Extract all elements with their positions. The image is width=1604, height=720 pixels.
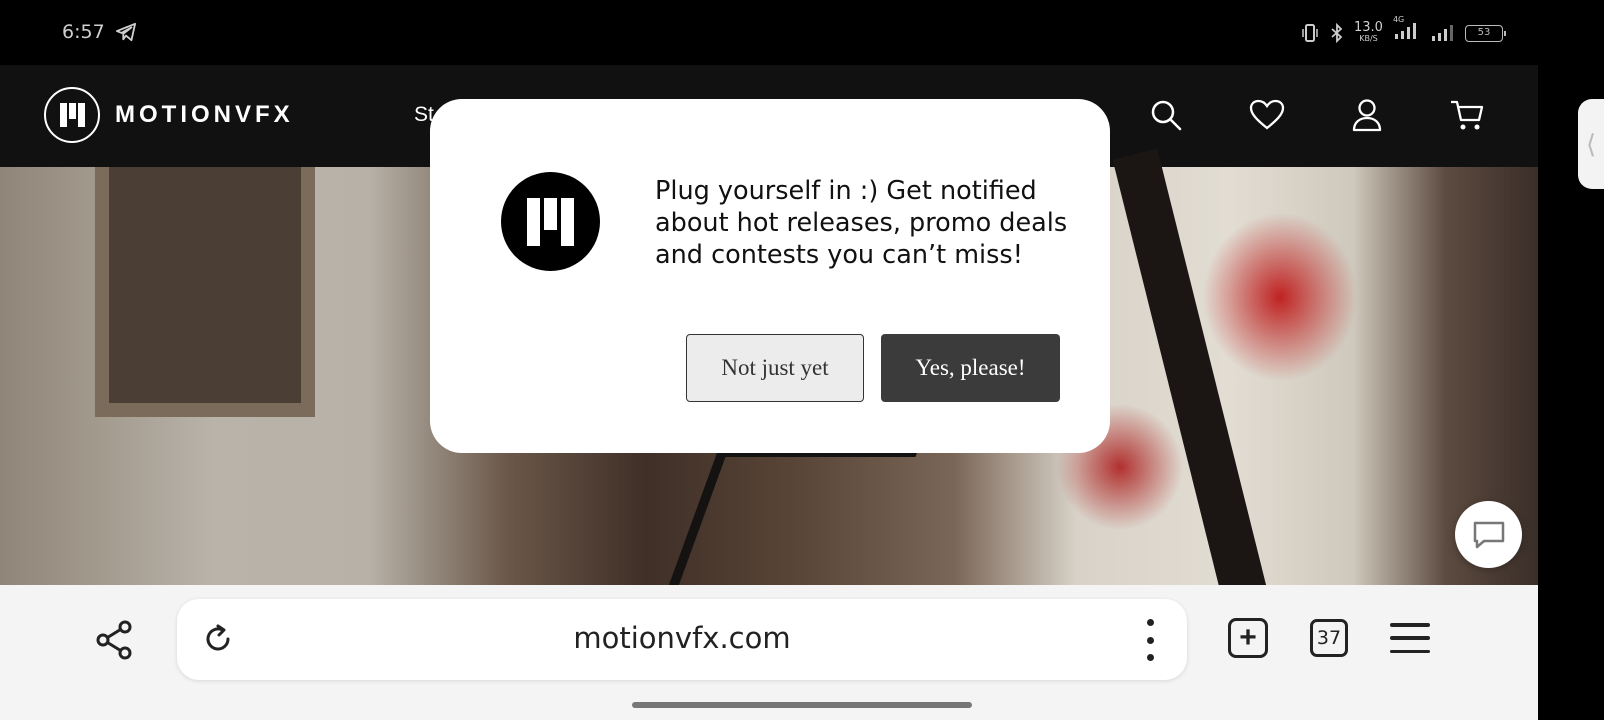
tabs-button[interactable]: 37	[1310, 619, 1348, 657]
notification-prompt-dialog: Plug yourself in :) Get notified about h…	[430, 99, 1110, 453]
signal-icon	[1431, 25, 1453, 41]
url-text[interactable]: motionvfx.com	[177, 621, 1187, 655]
cellular-signal-1: 4G	[1393, 15, 1421, 46]
edge-panel-handle[interactable]: ⟨	[1578, 99, 1604, 189]
hero-picture-frame	[95, 167, 315, 417]
vibrate-icon	[1302, 24, 1318, 42]
not-just-yet-button[interactable]: Not just yet	[686, 334, 864, 402]
user-icon[interactable]	[1347, 95, 1387, 135]
search-icon[interactable]	[1146, 95, 1186, 135]
tab-count: 37	[1316, 627, 1342, 649]
telegram-icon	[116, 22, 136, 42]
signal-icon	[1394, 22, 1416, 39]
status-icons: 13.0 KB/S 4G 53	[1300, 15, 1506, 46]
browser-toolbar: motionvfx.com + 37	[0, 585, 1538, 693]
address-bar[interactable]: motionvfx.com	[177, 599, 1187, 680]
logo-mark-icon	[60, 103, 85, 127]
bluetooth-icon	[1331, 23, 1343, 43]
hero-tripod	[660, 447, 920, 585]
battery-icon: 53	[1464, 24, 1506, 42]
chat-button[interactable]	[1455, 501, 1522, 568]
heart-icon[interactable]	[1247, 95, 1287, 135]
chat-icon	[1473, 521, 1504, 548]
more-icon[interactable]	[1143, 619, 1157, 661]
status-time: 6:57	[62, 21, 105, 43]
yes-please-button[interactable]: Yes, please!	[881, 334, 1060, 402]
network-type: 4G	[1392, 14, 1405, 24]
status-bar: 6:57 13.0 KB/S 4G 53	[0, 0, 1604, 65]
dialog-logo-icon	[501, 172, 600, 271]
hero-camera-pole	[1112, 148, 1274, 585]
chevron-left-icon: ⟨	[1586, 128, 1597, 159]
logo-text[interactable]: MOTIONVFX	[115, 101, 294, 129]
home-gesture-pill[interactable]	[632, 702, 972, 708]
network-speed: 13.0 KB/S	[1354, 21, 1383, 44]
dialog-message: Plug yourself in :) Get notified about h…	[655, 176, 1068, 270]
web-viewport: MOTIONVFX St Plug yourself in:) Get not…	[0, 65, 1538, 585]
new-tab-icon[interactable]: +	[1228, 618, 1268, 658]
menu-icon[interactable]	[1390, 623, 1430, 653]
share-icon[interactable]	[95, 620, 135, 660]
motionvfx-logo[interactable]	[44, 87, 100, 143]
cart-icon[interactable]	[1447, 95, 1487, 135]
